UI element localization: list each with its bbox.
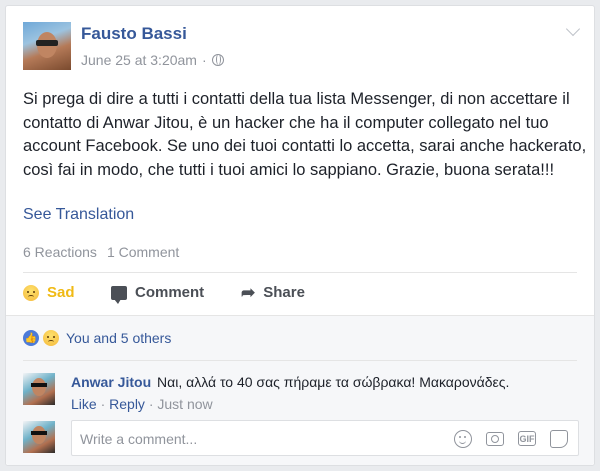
comment-button[interactable]: Comment <box>111 284 241 304</box>
share-arrow-icon: ➦ <box>241 283 256 302</box>
reactions-summary[interactable]: 👍 You and 5 others <box>23 330 171 346</box>
divider <box>23 272 577 273</box>
comment-label: Comment <box>135 284 205 301</box>
comment-time[interactable]: Just now <box>157 396 212 412</box>
post-text: Si prega di dire a tutti i contatti dell… <box>23 90 587 179</box>
feedback-section: 👍 You and 5 others Anwar Jitou Ναι, αλλά… <box>6 315 594 465</box>
meta-separator: · <box>201 52 207 68</box>
sticker-icon[interactable] <box>550 430 568 448</box>
sad-emoji-icon <box>23 284 39 301</box>
camera-icon[interactable] <box>486 432 504 446</box>
reaction-button[interactable]: Sad <box>23 284 111 301</box>
comment-reply-link[interactable]: Reply <box>109 396 145 412</box>
comment-dot: · <box>148 396 154 412</box>
sad-emoji-icon <box>43 330 59 346</box>
post-actions-bar: Sad Comment ➦ Share <box>23 284 305 304</box>
gif-icon[interactable]: GIF <box>518 431 536 446</box>
share-button[interactable]: ➦ Share <box>241 284 305 301</box>
see-translation-link[interactable]: See Translation <box>23 206 134 224</box>
reactions-count[interactable]: 6 Reactions <box>23 244 97 260</box>
reactions-summary-text: You and 5 others <box>66 330 172 346</box>
comment-like-link[interactable]: Like <box>71 396 97 412</box>
commenter-avatar[interactable] <box>23 373 55 405</box>
post-meta: June 25 at 3:20am · <box>81 52 224 68</box>
comment-input[interactable] <box>80 429 440 449</box>
emoji-icon[interactable] <box>454 430 472 448</box>
comment-text: Ναι, αλλά το 40 σας πήραμε τα σώβρακα! Μ… <box>157 374 510 390</box>
post-options-chevron-icon[interactable] <box>565 21 581 37</box>
post-timestamp[interactable]: June 25 at 3:20am <box>81 52 197 68</box>
divider <box>23 360 577 361</box>
engagement-counts: 6 Reactions 1 Comment <box>23 244 179 260</box>
comment-input-box[interactable]: GIF <box>71 420 579 456</box>
privacy-globe-icon[interactable] <box>211 54 224 66</box>
comment-actions: Like · Reply · Just now <box>71 396 213 412</box>
author-avatar[interactable] <box>23 22 71 70</box>
share-label: Share <box>263 284 305 301</box>
post-card: Fausto Bassi June 25 at 3:20am · Si preg… <box>5 5 595 466</box>
post-author[interactable]: Fausto Bassi <box>81 24 187 44</box>
like-reaction-icon: 👍 <box>23 330 39 346</box>
comment-icon <box>111 285 127 304</box>
comment-dot: · <box>100 396 106 412</box>
current-user-avatar[interactable] <box>23 421 55 453</box>
comments-count[interactable]: 1 Comment <box>107 244 179 260</box>
comment-author[interactable]: Anwar Jitou <box>71 374 151 390</box>
composer-tools: GIF <box>454 430 568 448</box>
reaction-label: Sad <box>47 284 75 301</box>
